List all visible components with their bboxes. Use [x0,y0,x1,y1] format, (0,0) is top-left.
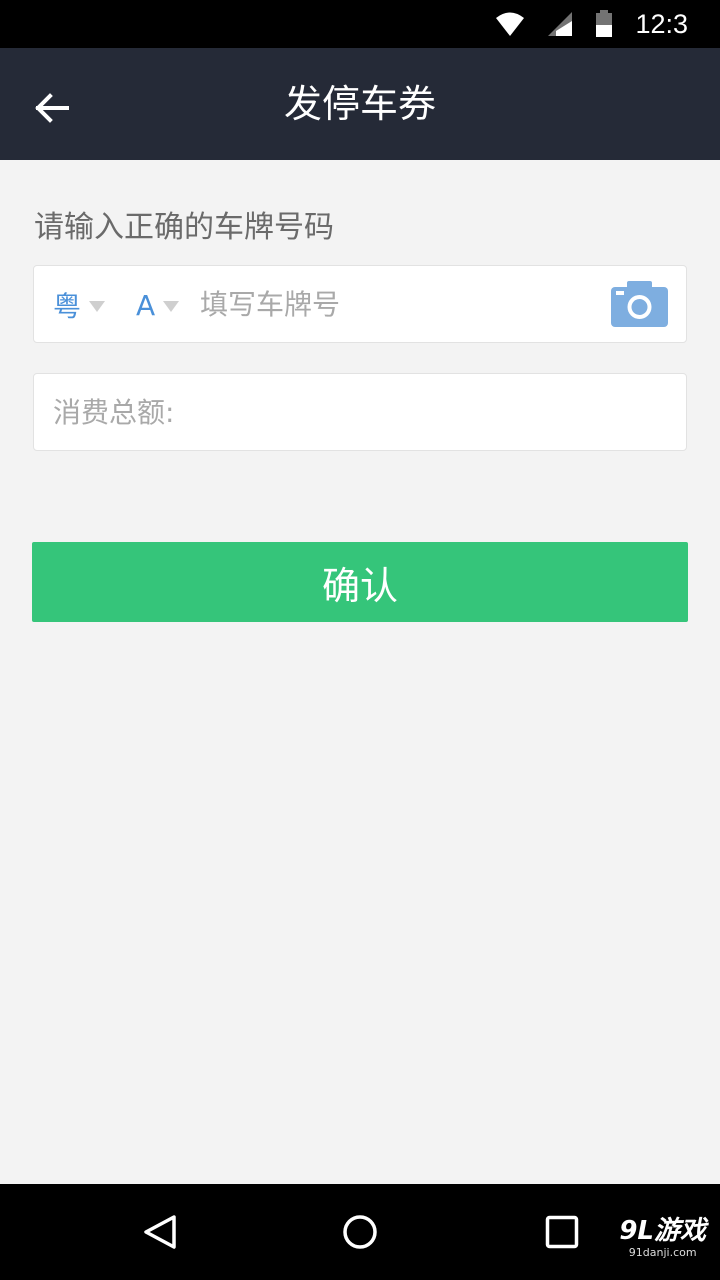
province-value: 粤 [53,290,82,323]
home-circle-icon [343,1215,377,1249]
app-bar: 发停车券 [0,48,720,160]
nav-home-button[interactable] [330,1202,390,1262]
nav-recents-button[interactable] [532,1202,592,1262]
letter-value: A [136,288,156,322]
watermark-logo: 9L游戏 [619,1216,706,1246]
nav-back-button[interactable] [130,1202,190,1262]
battery-icon [596,10,613,37]
plate-prompt-label: 请输入正确的车牌号码 [34,210,334,245]
chevron-down-icon [89,300,106,312]
letter-picker[interactable]: A [136,266,180,344]
camera-button[interactable] [611,281,668,327]
cell-signal-icon [548,12,573,36]
camera-icon [611,281,668,327]
status-bar: 12:3 [0,0,720,48]
wifi-icon [496,12,525,36]
back-triangle-icon [144,1215,176,1249]
amount-input[interactable] [53,374,663,450]
chevron-down-icon [163,300,180,312]
watermark: 9L游戏 91danji.com [619,1216,706,1259]
status-time: 12:3 [635,8,688,39]
nav-bar: 9L游戏 91danji.com [0,1184,720,1280]
confirm-button[interactable]: 确认 [32,542,688,622]
plate-number-input[interactable] [200,266,590,342]
plate-input-row: 粤 A [33,265,687,343]
page-title: 发停车券 [283,82,436,126]
watermark-url: 91danji.com [628,1246,697,1259]
status-icons: 12:3 [495,0,688,48]
province-picker[interactable]: 粤 [53,266,106,344]
amount-input-row [33,373,687,451]
recents-square-icon [545,1215,579,1249]
